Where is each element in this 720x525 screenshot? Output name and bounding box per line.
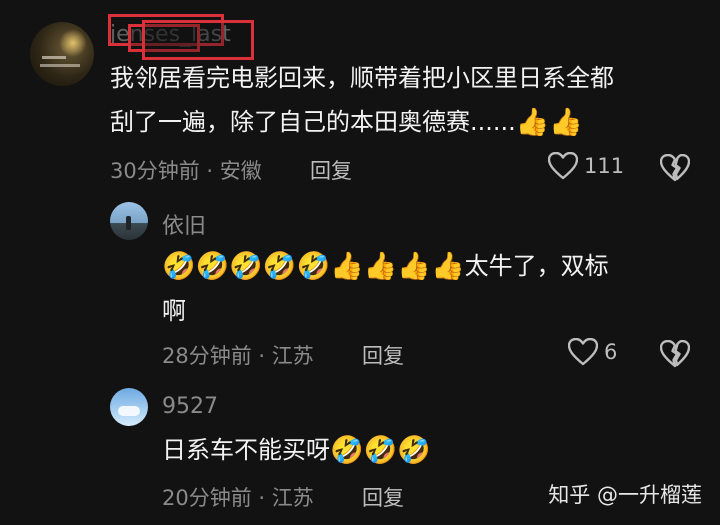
location: 安徽 — [219, 159, 262, 183]
laughing-emoji: 🤣 — [162, 251, 196, 282]
comment-text-segment: 日系车不能买呀 — [162, 436, 330, 464]
meta-separator: · — [251, 344, 272, 368]
comment-text: 我邻居看完电影回来，顺带着把小区里日系全都 刮了一遍，除了自己的本田奥德赛...… — [110, 56, 614, 145]
avatar[interactable] — [30, 22, 94, 86]
comment-text: 🤣🤣🤣🤣🤣👍👍👍👍太牛了，双标 啊 — [162, 244, 609, 333]
laughing-emoji: 🤣 — [296, 251, 331, 282]
thumbs-up-emoji: 👍 — [363, 251, 398, 282]
reply-button[interactable]: 回复 — [362, 340, 404, 370]
like-count: 6 — [604, 340, 618, 364]
broken-heart-icon[interactable] — [659, 339, 691, 368]
heart-outline-icon — [567, 337, 599, 366]
laughing-emoji: 🤣 — [262, 251, 297, 282]
like-button[interactable]: 6 — [567, 337, 618, 366]
comment-text-segment: 太牛了，双标 — [464, 252, 609, 280]
thumbs-up-emoji: 👍 — [397, 251, 431, 282]
thumbs-up-emoji: 👍 — [330, 251, 364, 282]
thumbs-up-emoji: 👍 — [431, 251, 465, 282]
meta-separator: · — [251, 486, 272, 510]
watermark: 知乎 @一升榴莲 — [548, 483, 702, 507]
thumbs-up-emoji: 👍 — [515, 107, 550, 138]
timestamp: 30分钟前 — [110, 159, 200, 183]
meta-separator: · — [199, 159, 220, 183]
reply-button[interactable]: 回复 — [362, 482, 404, 512]
thumbs-up-emoji: 👍 — [549, 107, 584, 138]
laughing-emoji: 🤣 — [363, 435, 398, 466]
comment-text: 日系车不能买呀🤣🤣🤣 — [162, 428, 431, 473]
like-button[interactable]: 111 — [547, 151, 625, 180]
laughing-emoji: 🤣 — [229, 251, 263, 282]
timestamp: 28分钟前 — [162, 344, 252, 368]
comment-text-line: 日系车不能买呀🤣🤣🤣 — [162, 428, 431, 473]
username[interactable]: 9527 — [162, 394, 218, 419]
heart-outline-icon — [547, 151, 579, 180]
comment-meta: 28分钟前 · 江苏 — [162, 340, 314, 370]
comment-1: jenses_last 我邻居看完电影回来，顺带着把小区里日系全都 刮了一遍，除… — [0, 0, 720, 190]
avatar[interactable] — [110, 202, 148, 240]
timestamp: 20分钟前 — [162, 486, 252, 510]
reply-button[interactable]: 回复 — [310, 155, 352, 185]
username[interactable]: 依旧 — [162, 208, 206, 240]
comment-meta: 30分钟前 · 安徽 — [110, 155, 262, 185]
comment-text-line: 刮了一遍，除了自己的本田奥德赛......👍👍 — [110, 100, 614, 145]
comment-text-segment: 刮了一遍，除了自己的本田奥德赛...... — [110, 108, 516, 136]
location: 江苏 — [271, 344, 314, 368]
redaction-box — [142, 20, 254, 60]
comment-text-line: 我邻居看完电影回来，顺带着把小区里日系全都 — [110, 64, 614, 92]
laughing-emoji: 🤣 — [330, 435, 364, 466]
broken-heart-icon[interactable] — [659, 153, 691, 182]
comment-text-line: 啊 — [162, 297, 186, 325]
laughing-emoji: 🤣 — [195, 251, 230, 282]
laughing-emoji: 🤣 — [397, 435, 431, 466]
comment-meta: 20分钟前 · 江苏 — [162, 482, 314, 512]
comment-2: 依旧 🤣🤣🤣🤣🤣👍👍👍👍太牛了，双标 啊 28分钟前 · 江苏 回复 6 — [0, 190, 720, 370]
avatar[interactable] — [110, 388, 148, 426]
comment-text-line: 🤣🤣🤣🤣🤣👍👍👍👍太牛了，双标 — [162, 244, 609, 289]
like-count: 111 — [584, 154, 625, 178]
location: 江苏 — [271, 486, 314, 510]
